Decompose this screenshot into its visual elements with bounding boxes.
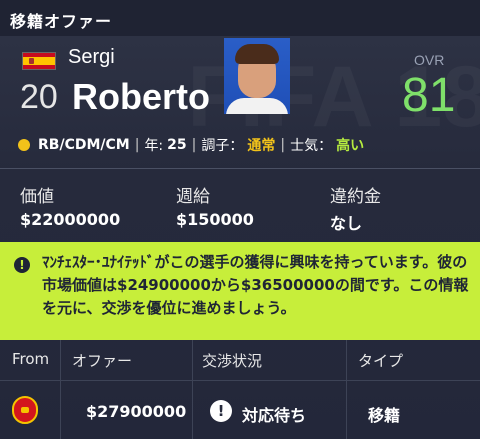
release-clause-label: 違約金 xyxy=(330,187,381,207)
ovr-label: OVR xyxy=(414,52,445,68)
status-dot-icon xyxy=(18,139,30,151)
from-header: From xyxy=(12,350,50,368)
offer-amount: $27900000 xyxy=(86,402,187,421)
offer-table: From オファー 交渉状況 タイプ $27900000 ! 対応待ち 移籍 xyxy=(0,340,480,439)
release-clause-value: なし xyxy=(330,214,363,233)
player-photo xyxy=(224,38,290,114)
age-value: 25 xyxy=(167,137,187,153)
page-title: 移籍オファー xyxy=(10,12,113,31)
title-bar: 移籍オファー xyxy=(0,0,480,36)
offer-header: オファー xyxy=(72,352,133,370)
type-header: タイプ xyxy=(358,352,404,370)
transfer-offer-panel: 移籍オファー FIFA 18 Sergi 20 Roberto OVR 81 R… xyxy=(0,0,480,439)
player-number: 20 xyxy=(20,78,58,116)
value-label: 価値 xyxy=(20,187,54,207)
status-value: 対応待ち xyxy=(242,406,307,425)
age-label: 年: xyxy=(144,138,164,154)
info-icon: ! xyxy=(14,257,30,273)
player-first-name: Sergi xyxy=(68,46,115,68)
alert-icon: ! xyxy=(210,400,232,422)
type-value: 移籍 xyxy=(368,406,401,425)
wage-amount: $150000 xyxy=(176,210,254,229)
form-value: 通常 xyxy=(247,138,276,154)
player-last-name: Roberto xyxy=(72,76,210,117)
morale-label: 士気： xyxy=(290,138,333,154)
spain-flag-icon xyxy=(22,52,56,70)
form-label: 調子： xyxy=(201,138,244,154)
value-amount: $22000000 xyxy=(20,210,121,229)
notice-text: ﾏﾝﾁｪｽﾀｰ･ﾕﾅｲﾃｯﾄﾞがこの選手の獲得に興味を持っています。彼の市場価値… xyxy=(42,253,469,317)
player-positions: RB/CDM/CM xyxy=(38,137,130,153)
wage-label: 週給 xyxy=(176,187,210,207)
morale-value: 高い xyxy=(336,138,365,154)
divider xyxy=(0,168,480,169)
player-meta-row: RB/CDM/CM | 年: 25 | 調子： 通常 | 士気： 高い xyxy=(18,134,364,156)
ovr-value: 81 xyxy=(402,69,456,122)
status-header: 交渉状況 xyxy=(202,352,263,370)
interest-notice: ! ﾏﾝﾁｪｽﾀｰ･ﾕﾅｲﾃｯﾄﾞがこの選手の獲得に興味を持っています。彼の市場… xyxy=(0,242,480,340)
manchester-united-crest-icon xyxy=(12,396,38,424)
